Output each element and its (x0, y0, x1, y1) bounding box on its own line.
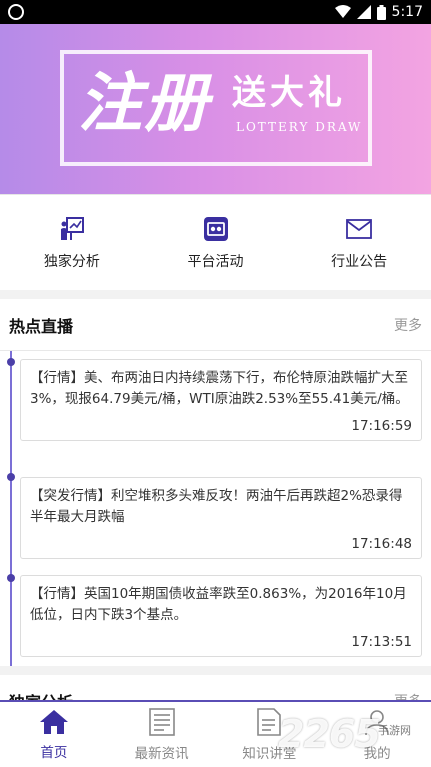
document-icon (257, 707, 282, 736)
app-notification-icon (8, 4, 24, 20)
quick-nav-activity[interactable]: 平台活动 (144, 195, 288, 290)
envelope-icon (345, 215, 373, 243)
tab-label: 知识讲堂 (242, 745, 297, 762)
news-time: 17:16:48 (351, 536, 412, 552)
bottom-tab-bar: 首页 最新资讯 知识讲堂 我的 (0, 700, 431, 767)
tab-knowledge[interactable]: 知识讲堂 (216, 702, 324, 767)
news-time: 17:13:51 (351, 634, 412, 650)
news-card[interactable]: 【突发行情】利空堆积多头难反攻！两油午后再跌超2%恐录得半年最大月跌幅 17:1… (20, 477, 422, 559)
timeline-dot (7, 358, 15, 366)
user-icon (365, 709, 389, 735)
hot-live-more-link[interactable]: 更多 (394, 315, 422, 335)
hot-live-title: 热点直播 (9, 316, 74, 336)
status-bar: 5:17 (0, 0, 431, 24)
wifi-icon (334, 5, 351, 18)
signal-icon (356, 5, 371, 19)
analysis-chart-icon (58, 215, 86, 243)
hot-live-header: 热点直播 更多 (0, 299, 431, 351)
quick-nav-label: 独家分析 (43, 253, 100, 270)
quick-nav-label: 行业公告 (331, 253, 388, 270)
tab-label: 最新资讯 (134, 745, 189, 762)
activity-icon (202, 215, 230, 243)
banner-subtitle: LOTTERY DRAW (236, 120, 363, 134)
quick-nav: 独家分析 平台活动 行业公告 (0, 194, 431, 290)
news-time: 17:16:59 (351, 418, 412, 434)
tab-home[interactable]: 首页 (0, 702, 108, 767)
banner-title-big: 注册 (78, 67, 210, 141)
quick-nav-label: 平台活动 (187, 253, 244, 270)
banner-title-small: 送大礼 (232, 73, 346, 113)
tab-latest-news[interactable]: 最新资讯 (108, 702, 216, 767)
timeline-dot (7, 574, 15, 582)
tab-mine[interactable]: 我的 (323, 702, 431, 767)
news-text: 【行情】英国10年期国债收益率跌至0.863%，为2016年10月低位，日内下跌… (30, 586, 407, 623)
timeline-dot (7, 473, 15, 481)
news-icon (148, 707, 175, 736)
home-icon (39, 709, 68, 734)
news-card[interactable]: 【行情】美、布两油日内持续震荡下行，布伦特原油跌幅扩大至3%，现报64.79美元… (20, 359, 422, 441)
tab-label: 首页 (40, 744, 68, 761)
hot-live-section: 热点直播 更多 【行情】美、布两油日内持续震荡下行，布伦特原油跌幅扩大至3%，现… (0, 299, 431, 666)
status-time: 5:17 (391, 4, 423, 20)
news-text: 【突发行情】利空堆积多头难反攻！两油午后再跌超2%恐录得半年最大月跌幅 (30, 488, 403, 525)
quick-nav-announcement[interactable]: 行业公告 (287, 195, 431, 290)
tab-label: 我的 (363, 745, 391, 762)
promo-banner[interactable]: 注册 送大礼 LOTTERY DRAW (0, 24, 431, 194)
timeline-line (10, 351, 12, 666)
quick-nav-analysis[interactable]: 独家分析 (0, 195, 144, 290)
battery-icon (376, 4, 386, 20)
news-text: 【行情】美、布两油日内持续震荡下行，布伦特原油跌幅扩大至3%，现报64.79美元… (30, 370, 409, 407)
news-card[interactable]: 【行情】英国10年期国债收益率跌至0.863%，为2016年10月低位，日内下跌… (20, 575, 422, 657)
